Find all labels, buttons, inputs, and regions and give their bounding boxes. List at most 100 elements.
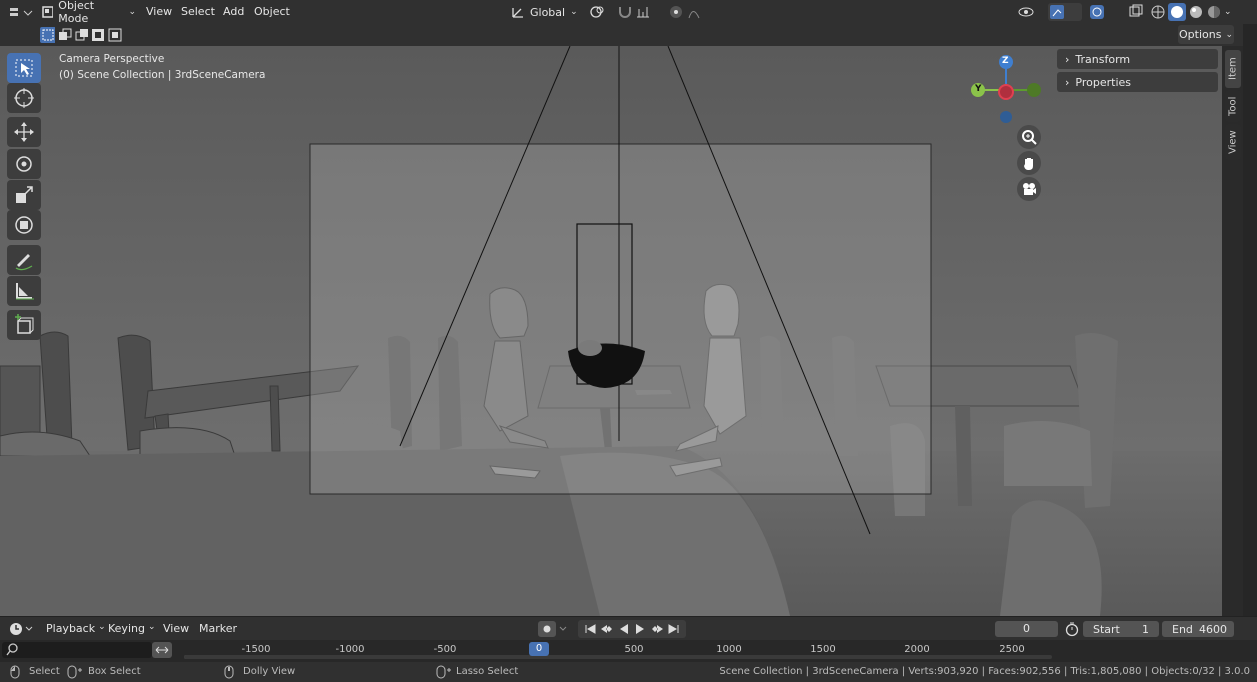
tab-tool[interactable]: Tool — [1225, 90, 1241, 122]
chevron-down-icon: ⌄ — [128, 7, 136, 17]
pencil-icon — [15, 254, 33, 271]
move-arrows-icon — [14, 122, 34, 142]
tab-item[interactable]: Item — [1225, 50, 1241, 88]
solid-shading-icon[interactable] — [1168, 3, 1186, 21]
hand-icon — [1024, 158, 1033, 170]
tool-transform[interactable] — [7, 210, 41, 240]
navigation-gizmo[interactable] — [966, 54, 1046, 134]
visibility-dropdown[interactable] — [1017, 3, 1045, 21]
keying-label: Keying — [108, 622, 145, 635]
tab-view[interactable]: View — [1225, 124, 1241, 160]
options-dropdown[interactable]: Options ⌄ — [1178, 25, 1234, 44]
gizmo-icon — [1050, 5, 1064, 19]
play-icon[interactable] — [634, 623, 646, 635]
select-invert-icon[interactable] — [90, 27, 105, 43]
camera-icon — [1023, 183, 1036, 195]
material-shading-icon[interactable] — [1188, 4, 1204, 20]
camera-perspective-label: Camera Perspective — [59, 53, 165, 65]
xray-toggle[interactable] — [1128, 3, 1144, 21]
selection-mode-group[interactable] — [40, 27, 122, 43]
overlay-toggle[interactable] — [1088, 3, 1122, 21]
tool-select-box[interactable] — [7, 53, 41, 83]
play-reverse-icon[interactable] — [618, 623, 630, 635]
tool-rotate[interactable] — [7, 149, 41, 179]
timeline-tick-label: 1000 — [716, 644, 742, 655]
shading-modes[interactable]: ⌄ — [1150, 3, 1234, 21]
preview-range-toggle[interactable] — [1064, 621, 1080, 637]
chevron-down-icon: ⌄ — [147, 622, 156, 632]
menu-object[interactable]: Object — [254, 5, 290, 18]
snap-target-dropdown[interactable] — [635, 3, 663, 21]
tool-move[interactable] — [7, 117, 41, 147]
rendered-shading-icon[interactable] — [1206, 4, 1222, 20]
mode-dropdown[interactable]: Object Mode ⌄ — [42, 0, 136, 25]
tool-cursor[interactable] — [7, 83, 41, 113]
pivot-point-button[interactable] — [587, 3, 613, 21]
playback-label: Playback — [46, 622, 96, 635]
timeline-editor-type[interactable] — [8, 621, 36, 637]
timeline-tick-label: 2000 — [904, 644, 930, 655]
next-keyframe-icon[interactable] — [650, 623, 664, 635]
falloff-dropdown[interactable] — [687, 3, 713, 21]
jump-start-icon[interactable] — [584, 623, 596, 635]
rotate-icon — [16, 156, 32, 172]
keying-dropdown[interactable]: Keying ⌄ — [108, 622, 156, 635]
zoom-button[interactable] — [1017, 125, 1041, 149]
mouse-right-drag-icon — [436, 665, 451, 679]
menu-add[interactable]: Add — [223, 5, 244, 18]
object-mode-icon — [42, 6, 54, 18]
zoom-icon — [1022, 130, 1037, 145]
start-frame-field[interactable]: Start 1 — [1083, 621, 1159, 637]
camera-frame — [309, 143, 932, 495]
transform-orientation-icon — [512, 8, 523, 18]
end-frame-field[interactable]: End 4600 — [1162, 621, 1234, 637]
auto-keying-toggle[interactable] — [538, 621, 568, 637]
record-icon — [538, 621, 567, 637]
current-frame-field[interactable]: 0 — [995, 621, 1058, 637]
wireframe-shading-icon[interactable] — [1150, 4, 1166, 20]
timeline-menu-view[interactable]: View — [163, 622, 189, 635]
gizmo-toggle[interactable] — [1048, 3, 1082, 21]
pan-button[interactable] — [1017, 151, 1041, 175]
transform-icon — [15, 216, 33, 234]
editor-type-button[interactable] — [6, 3, 36, 21]
select-extend-icon[interactable] — [57, 27, 72, 43]
menu-select[interactable]: Select — [181, 5, 215, 18]
timeline-tick-label: 500 — [624, 644, 644, 655]
timeline-menu-marker[interactable]: Marker — [199, 622, 237, 635]
transform-panel-header[interactable]: › Transform — [1057, 49, 1218, 69]
snap-toggle[interactable] — [617, 3, 633, 21]
ruler-icon — [16, 283, 34, 300]
playback-dropdown[interactable]: Playback ⌄ — [46, 622, 106, 635]
menu-view[interactable]: View — [146, 5, 172, 18]
chevron-down-icon: ⌄ — [1225, 29, 1233, 40]
overlay-icon — [1090, 5, 1104, 19]
properties-panel-header[interactable]: › Properties — [1057, 72, 1218, 92]
tool-annotate[interactable] — [7, 245, 41, 275]
3d-viewport[interactable]: Camera Perspective (0) Scene Collection … — [0, 46, 1243, 616]
select-intersect-icon[interactable] — [107, 27, 122, 43]
select-new-icon[interactable] — [40, 27, 55, 43]
camera-view-button[interactable] — [1017, 177, 1041, 201]
timeline-search[interactable] — [2, 642, 152, 658]
timeline-tick-label: 2500 — [999, 644, 1025, 655]
tool-measure[interactable] — [7, 276, 41, 306]
timeline-range-bar — [184, 655, 1052, 659]
proportional-edit-toggle[interactable] — [668, 3, 684, 21]
orientation-dropdown[interactable]: Global ⌄ — [511, 3, 581, 21]
jump-end-icon[interactable] — [668, 623, 680, 635]
prev-keyframe-icon[interactable] — [600, 623, 614, 635]
playhead-frame: 0 — [535, 643, 543, 654]
timeline-tick-label: -500 — [433, 644, 457, 655]
tool-scale[interactable] — [7, 180, 41, 210]
mouse-middle-icon — [224, 665, 234, 679]
gizmo-y-label: Y — [975, 84, 982, 94]
playback-controls[interactable] — [578, 620, 686, 638]
select-subtract-icon[interactable] — [74, 27, 89, 43]
scene-collection-label: (0) Scene Collection | 3rdSceneCamera — [59, 69, 266, 81]
proportional-edit-icon — [670, 6, 682, 18]
swap-view-button[interactable] — [152, 642, 172, 658]
tool-add-cube[interactable] — [7, 310, 41, 340]
playhead[interactable]: 0 — [529, 642, 549, 656]
mouse-left-icon — [10, 665, 20, 679]
